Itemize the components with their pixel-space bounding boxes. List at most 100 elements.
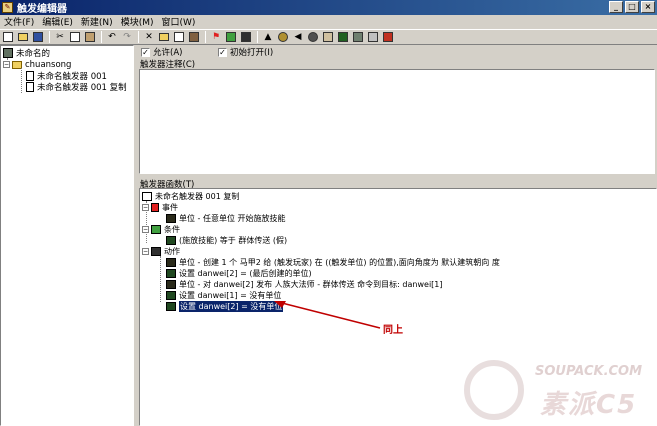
app-icon: ✎ — [2, 2, 13, 13]
unit-editor-icon[interactable] — [276, 31, 290, 44]
toolbar-separator — [138, 31, 139, 43]
cut-icon[interactable]: ✂ — [53, 31, 67, 44]
arrow-line — [277, 301, 381, 329]
minimize-button[interactable]: _ — [609, 1, 623, 13]
open-folder-icon[interactable] — [16, 31, 30, 44]
menu-edit[interactable]: 编辑(E) — [40, 15, 79, 28]
trigger-doc-icon — [26, 81, 34, 92]
event-item[interactable]: 单位 - 任意单位 开始施放技能 — [166, 213, 286, 223]
toolbar: ✂ ↶ ↷ ✕ ⚑ ▲ ◀ — [0, 29, 657, 45]
condition-icon — [151, 224, 161, 234]
collapse-toggle[interactable]: − — [142, 225, 149, 233]
object-manager-icon[interactable] — [351, 31, 365, 44]
new-icon[interactable] — [1, 31, 15, 44]
tree-item[interactable]: 未命名触发器 001 — [26, 70, 107, 82]
comment-textarea[interactable] — [139, 69, 655, 174]
trigger-doc-icon — [26, 70, 34, 81]
enabled-checkbox-row[interactable]: ✓ 允许(A) — [141, 46, 182, 58]
action-text: 设置 danwei[2] = (最后创建的单位) — [179, 268, 312, 278]
arrow-head — [274, 301, 286, 308]
redo-icon[interactable]: ↷ — [120, 31, 134, 44]
initially-on-label: 初始打开(I) — [230, 48, 274, 58]
action-item[interactable]: 设置 danwei[1] = 没有单位 — [166, 290, 281, 300]
unit-icon — [166, 279, 176, 289]
undo-icon[interactable]: ↶ — [105, 31, 119, 44]
copy-icon[interactable] — [68, 31, 82, 44]
new-event-icon[interactable]: ⚑ — [209, 31, 223, 44]
actions-row[interactable]: − 动作 — [142, 246, 180, 256]
object-editor-icon[interactable] — [306, 31, 320, 44]
trigger-tree[interactable]: 未命名的 − chuansong 未命名触发器 001 未命名触发器 001 复… — [0, 45, 134, 426]
new-trigger-icon[interactable] — [172, 31, 186, 44]
actions-label: 动作 — [164, 246, 180, 256]
terrain-editor-icon[interactable]: ▲ — [261, 31, 275, 44]
enabled-label: 允许(A) — [153, 48, 183, 58]
disable-trigger-icon[interactable]: ✕ — [142, 31, 156, 44]
menu-new[interactable]: 新建(N) — [79, 15, 119, 28]
trigger-name-row[interactable]: 未命名触发器 001 复制 — [142, 191, 239, 201]
trigger-name: 未命名触发器 001 复制 — [155, 191, 240, 201]
initially-on-checkbox[interactable]: ✓ — [218, 47, 227, 57]
action-text: 设置 danwei[1] = 没有单位 — [179, 290, 282, 300]
events-row[interactable]: − 事件 — [142, 202, 178, 212]
paste-icon[interactable] — [83, 31, 97, 44]
tree-item[interactable]: 未命名触发器 001 复制 — [26, 81, 127, 93]
new-comment-icon[interactable] — [187, 31, 201, 44]
map-icon — [3, 47, 13, 58]
event-text: 单位 - 任意单位 开始施放技能 — [179, 213, 286, 223]
toolbar-separator — [101, 31, 102, 43]
test-map-icon[interactable] — [381, 31, 395, 44]
tree-item-label: 未命名触发器 001 复制 — [37, 82, 127, 93]
watermark-logo — [464, 360, 524, 420]
condition-item[interactable]: (施放技能) 等于 群体传送 (假) — [166, 235, 287, 245]
events-label: 事件 — [162, 202, 178, 212]
new-category-icon[interactable] — [157, 31, 171, 44]
menu-module[interactable]: 模块(M) — [119, 15, 160, 28]
set-variable-icon — [166, 301, 176, 311]
action-text: 设置 danwei[2] = 没有单位 — [179, 300, 284, 312]
menu-file[interactable]: 文件(F) — [2, 15, 40, 28]
toolbar-separator — [205, 31, 206, 43]
watermark-brand: 素派C5 — [540, 390, 638, 420]
toolbar-separator — [49, 31, 50, 43]
action-item[interactable]: 单位 - 对 danwei[2] 发布 人族大法师 - 群体传送 命令到目标: … — [166, 279, 443, 289]
event-flag-icon — [151, 202, 159, 212]
action-item[interactable]: 设置 danwei[2] = (最后创建的单位) — [166, 268, 312, 278]
new-action-icon[interactable] — [239, 31, 253, 44]
conditions-row[interactable]: − 条件 — [142, 224, 180, 234]
sound-editor-icon[interactable]: ◀ — [291, 31, 305, 44]
action-item[interactable]: 单位 - 创建 1 个 马甲2 给 (触发玩家) 在 ((触发单位) 的位置),… — [166, 257, 500, 267]
collapse-toggle[interactable]: − — [3, 61, 10, 68]
tree-root[interactable]: 未命名的 — [3, 47, 51, 59]
window-title: 触发编辑器 — [17, 4, 67, 15]
tree-category[interactable]: − chuansong — [3, 59, 71, 70]
set-variable-icon — [166, 268, 176, 278]
new-condition-icon[interactable] — [224, 31, 238, 44]
menu-window[interactable]: 窗口(W) — [159, 15, 201, 28]
import-manager-icon[interactable] — [366, 31, 380, 44]
campaign-editor-icon[interactable] — [321, 31, 335, 44]
menu-bar: 文件(F) 编辑(E) 新建(N) 模块(M) 窗口(W) — [0, 15, 657, 28]
unit-icon — [166, 213, 176, 223]
enabled-checkbox[interactable]: ✓ — [141, 47, 150, 57]
collapse-toggle[interactable]: − — [142, 247, 149, 255]
save-icon[interactable] — [31, 31, 45, 44]
tree-category-label: chuansong — [25, 59, 72, 70]
set-variable-icon — [166, 290, 176, 300]
initially-on-checkbox-row[interactable]: ✓ 初始打开(I) — [218, 46, 273, 58]
action-text: 单位 - 对 danwei[2] 发布 人族大法师 - 群体传送 命令到目标: … — [179, 279, 443, 289]
condition-text: (施放技能) 等于 群体传送 (假) — [179, 235, 288, 245]
action-item-selected[interactable]: 设置 danwei[2] = 没有单位 — [166, 300, 284, 312]
collapse-toggle[interactable]: − — [142, 203, 149, 211]
window-controls: _ □ × — [609, 1, 655, 13]
maximize-button[interactable]: □ — [625, 1, 639, 13]
horizontal-splitter[interactable] — [139, 174, 657, 177]
close-button[interactable]: × — [641, 1, 655, 13]
action-text: 单位 - 创建 1 个 马甲2 给 (触发玩家) 在 ((触发单位) 的位置),… — [179, 257, 500, 267]
annotation-text: 同上 — [383, 325, 403, 336]
tree-root-label: 未命名的 — [16, 48, 51, 59]
ai-editor-icon[interactable] — [336, 31, 350, 44]
vertical-splitter[interactable] — [134, 45, 138, 426]
unit-icon — [166, 257, 176, 267]
action-icon — [151, 246, 161, 256]
